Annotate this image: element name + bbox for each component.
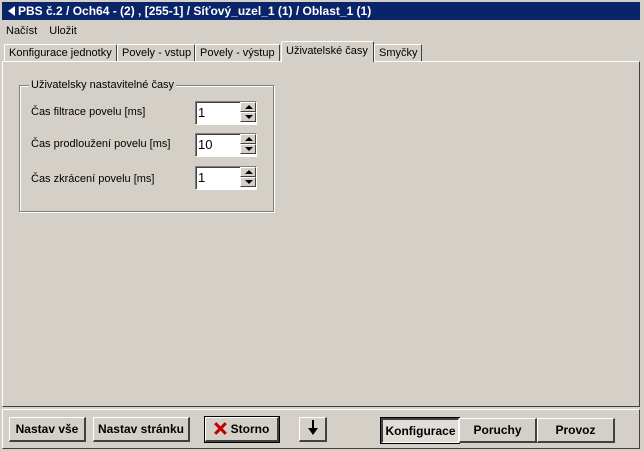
shorten-time-spinner[interactable]: [195, 166, 257, 190]
mode-faults-button[interactable]: Poruchy: [459, 418, 537, 443]
arrow-left-icon: [8, 6, 15, 16]
cancel-label: Storno: [230, 422, 270, 436]
filter-time-up-button[interactable]: [240, 102, 256, 112]
red-x-icon: [214, 422, 227, 435]
menu-item-save[interactable]: Uložit: [49, 25, 77, 37]
set-all-button[interactable]: Nastav vše: [9, 417, 86, 442]
arrow-up-icon: [245, 137, 253, 141]
main-window: PBS č.2 / Och64 - (2) , [255-1] / Síťový…: [0, 0, 644, 451]
window-title: PBS č.2 / Och64 - (2) , [255-1] / Síťový…: [18, 4, 372, 18]
set-page-button[interactable]: Nastav stránku: [93, 417, 190, 442]
arrow-up-icon: [245, 170, 253, 174]
filter-time-spinner[interactable]: [195, 101, 257, 125]
cancel-button[interactable]: Storno: [204, 416, 280, 443]
extend-time-spinner[interactable]: [195, 133, 257, 157]
mode-configuration-button[interactable]: Konfigurace: [380, 417, 460, 444]
tab-commands-input[interactable]: Povely - vstup: [117, 44, 195, 61]
arrow-down-icon: [245, 115, 253, 119]
down-arrow-button[interactable]: [299, 417, 327, 442]
filter-time-input[interactable]: [198, 104, 238, 121]
filter-time-label: Čas filtrace povelu [ms]: [31, 106, 146, 118]
arrow-down-icon: [307, 420, 318, 436]
shorten-time-down-button[interactable]: [240, 177, 256, 187]
tab-loops[interactable]: Smyčky: [374, 44, 422, 61]
title-bar[interactable]: PBS č.2 / Och64 - (2) , [255-1] / Síťový…: [2, 2, 640, 20]
group-title: Uživatelsky nastavitelné časy: [29, 78, 177, 92]
menu-item-load[interactable]: Načíst: [6, 25, 37, 37]
arrow-down-icon: [245, 180, 253, 184]
mode-operation-button[interactable]: Provoz: [537, 418, 615, 443]
shorten-time-input[interactable]: [198, 169, 238, 186]
shorten-time-up-button[interactable]: [240, 167, 256, 177]
tab-commands-output[interactable]: Povely - výstup: [195, 44, 280, 61]
extend-time-down-button[interactable]: [240, 144, 256, 154]
arrow-up-icon: [245, 105, 253, 109]
tab-user-times[interactable]: Uživatelské časy: [281, 41, 374, 62]
menu-bar: Načíst Uložit: [6, 23, 86, 39]
shorten-time-label: Čas zkrácení povelu [ms]: [31, 173, 155, 185]
extend-time-label: Čas prodloužení povelu [ms]: [31, 138, 171, 150]
arrow-down-icon: [245, 147, 253, 151]
tab-unit-configuration[interactable]: Konfigurace jednotky: [4, 44, 117, 61]
extend-time-input[interactable]: [198, 136, 238, 153]
extend-time-up-button[interactable]: [240, 134, 256, 144]
filter-time-down-button[interactable]: [240, 112, 256, 122]
